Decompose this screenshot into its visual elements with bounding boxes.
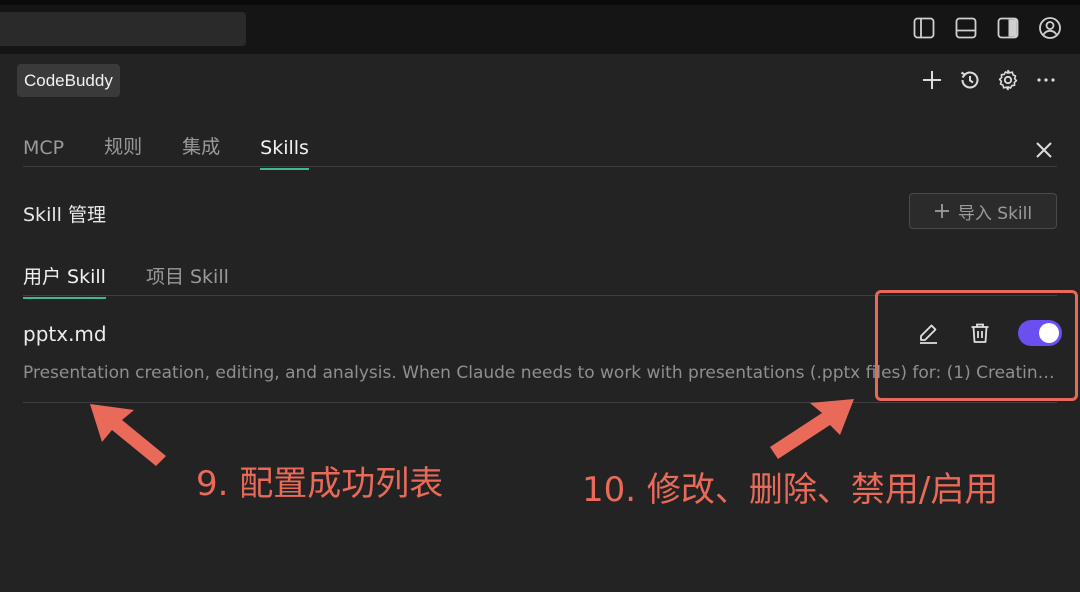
annotation-actions: 10. 修改、删除、禁用/启用 [582,470,999,510]
annotation-success-list: 9. 配置成功列表 [196,464,444,504]
top-border [0,0,1080,5]
tabs-divider [23,166,1057,167]
skill-name: pptx.md [23,322,107,346]
plus-icon[interactable] [920,68,944,92]
annotation-arrow-left [90,404,166,466]
layout-controls [912,16,1062,40]
account-icon[interactable] [1038,16,1062,40]
title-bar [0,0,1080,54]
sidebar-right-icon[interactable] [996,16,1020,40]
brand-label: CodeBuddy [17,64,120,97]
import-skill-label: 导入 Skill [957,203,1033,224]
tab-integrations[interactable]: 集成 [182,132,220,169]
close-icon[interactable] [1032,138,1056,162]
history-icon[interactable] [958,68,982,92]
skill-scope-tabs: 用户 Skill 项目 Skill [23,262,229,299]
tab-mcp[interactable]: MCP [23,137,64,169]
import-skill-button[interactable]: 导入 Skill [909,193,1057,229]
tab-skills[interactable]: Skills [260,137,309,170]
annotation-highlight-box [875,290,1078,401]
tab-user-skill[interactable]: 用户 Skill [23,262,106,299]
row-divider [23,402,1057,403]
header-actions [920,68,1058,92]
more-icon[interactable] [1034,68,1058,92]
tab-project-skill[interactable]: 项目 Skill [146,262,229,298]
section-title: Skill 管理 [23,204,106,226]
panel-bottom-icon[interactable] [954,16,978,40]
sidebar-left-icon[interactable] [912,16,936,40]
plus-icon [934,204,949,218]
gear-icon[interactable] [996,68,1020,92]
tab-rules[interactable]: 规则 [104,132,142,169]
settings-tabs: MCP 规则 集成 Skills [23,132,309,170]
command-search-bar[interactable] [0,12,246,46]
annotation-arrow-right [770,399,854,459]
